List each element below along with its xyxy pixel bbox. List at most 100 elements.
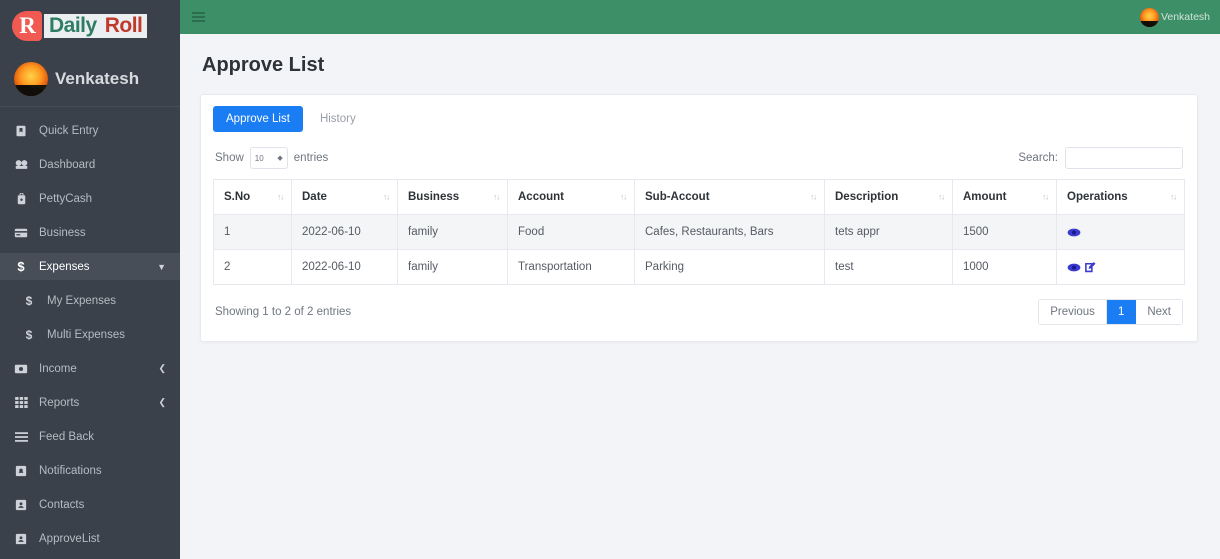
sidebar-item-business[interactable]: Business [0, 219, 180, 246]
sidebar-item-label: My Expenses [47, 294, 117, 307]
search-control: Search: [1018, 147, 1183, 169]
cell-amount: 1500 [952, 214, 1057, 250]
contact-box-icon [14, 498, 28, 511]
sort-icon: ↑↓ [938, 192, 945, 202]
search-label: Search: [1018, 152, 1058, 164]
sidebar-item-feed-back[interactable]: Feed Back [0, 423, 180, 450]
brand-text-roll: Roll [102, 13, 145, 38]
credit-card-icon [14, 226, 28, 239]
cell-description: tets appr [824, 214, 953, 250]
show-label: Show [215, 152, 244, 164]
column-label: Account [518, 191, 564, 203]
search-input[interactable] [1065, 147, 1183, 169]
view-icon[interactable] [1067, 262, 1081, 273]
bookmark-icon [14, 124, 28, 137]
page-title: Approve List [202, 54, 325, 76]
tab-bar: Approve List History [201, 95, 1197, 132]
tab-approve-list[interactable]: Approve List [213, 106, 303, 132]
brand-text-daily: Daily [47, 13, 99, 38]
page-length-control: Show 10 ◆ entries [215, 147, 328, 169]
column-header-account[interactable]: Account ↑↓ [507, 179, 635, 215]
sidebar-item-notifications[interactable]: Notifications [0, 457, 180, 484]
sort-icon: ↑↓ [383, 192, 390, 202]
sort-icon: ↑↓ [1170, 192, 1177, 202]
column-label: Business [408, 191, 460, 203]
sidebar-item-income[interactable]: Income ❮ [0, 355, 180, 382]
top-navbar: Venkatesh [180, 0, 1220, 34]
grid-icon [14, 396, 28, 409]
datatable-wrapper: Show 10 ◆ entries Search: S.No ↑↓ Date ↑… [201, 132, 1197, 341]
sidebar-item-label: Feed Back [39, 430, 94, 443]
cell-business: family [397, 249, 508, 285]
chevron-left-icon: ❮ [158, 397, 166, 407]
sidebar-nav: Quick Entry Dashboard PettyCash Business [0, 107, 180, 559]
bell-box-icon [14, 464, 28, 477]
sidebar-item-approvelist[interactable]: ApproveList [0, 525, 180, 552]
column-header-sno[interactable]: S.No ↑↓ [213, 179, 292, 215]
column-label: Date [302, 191, 327, 203]
column-label: Amount [963, 191, 1007, 203]
sidebar-item-label: Contacts [39, 498, 85, 511]
table-row: 1 2022-06-10 family Food Cafes, Restaura… [213, 214, 1185, 250]
table-body: 1 2022-06-10 family Food Cafes, Restaura… [213, 214, 1185, 285]
chevron-down-icon: ▼ [157, 261, 166, 272]
sidebar-item-dashboard[interactable]: Dashboard [0, 151, 180, 178]
app-root: R Daily Roll Venkatesh Quick Entry Dashb… [0, 0, 1220, 559]
table-head: S.No ↑↓ Date ↑↓ Business ↑↓ Account ↑↓ S… [213, 179, 1185, 215]
sidebar-item-multi-expenses[interactable]: $ Multi Expenses [0, 321, 180, 348]
brand-badge-icon: R [12, 10, 42, 41]
navbar-user-name: Venkatesh [1160, 11, 1210, 23]
sidebar-item-label: Business [39, 226, 86, 239]
sidebar-item-expenses[interactable]: $ Expenses ▼ [0, 253, 180, 280]
column-header-business[interactable]: Business ↑↓ [397, 179, 508, 215]
column-header-amount[interactable]: Amount ↑↓ [952, 179, 1057, 215]
sidebar-item-my-expenses[interactable]: $ My Expenses [0, 287, 180, 314]
sidebar-item-pettycash[interactable]: PettyCash [0, 185, 180, 212]
pagination-previous[interactable]: Previous [1039, 300, 1107, 324]
column-header-sub-account[interactable]: Sub-Accout ↑↓ [634, 179, 825, 215]
column-label: Operations [1067, 191, 1128, 203]
pagination-page-1[interactable]: 1 [1106, 300, 1137, 324]
dashboard-icon [14, 158, 28, 171]
sidebar-profile-name: Venkatesh [55, 68, 140, 88]
brand-logo[interactable]: R Daily Roll [0, 0, 180, 52]
column-header-operations[interactable]: Operations ↑↓ [1056, 179, 1185, 215]
sidebar-item-quick-entry[interactable]: Quick Entry [0, 117, 180, 144]
sidebar-item-reports[interactable]: Reports ❮ [0, 389, 180, 416]
sidebar-item-label: Multi Expenses [47, 328, 125, 341]
cell-account: Transportation [507, 249, 635, 285]
operations-group [1067, 261, 1174, 273]
column-header-description[interactable]: Description ↑↓ [824, 179, 953, 215]
sort-icon: ↑↓ [493, 192, 500, 202]
approve-list-table: S.No ↑↓ Date ↑↓ Business ↑↓ Account ↑↓ S… [213, 179, 1185, 285]
sidebar-item-label: Reports [39, 396, 80, 409]
page-length-select[interactable]: 10 ◆ [249, 147, 288, 169]
avatar [14, 61, 48, 96]
column-header-date[interactable]: Date ↑↓ [291, 179, 398, 215]
cell-sub-account: Cafes, Restaurants, Bars [634, 214, 825, 250]
navbar-user-menu[interactable]: Venkatesh [1139, 7, 1210, 27]
sidebar-item-label: ApproveList [39, 532, 100, 545]
column-label: S.No [224, 191, 251, 203]
entries-label: entries [293, 152, 329, 164]
column-label: Sub-Accout [645, 191, 710, 203]
cell-sno: 1 [213, 214, 292, 250]
tab-history[interactable]: History [307, 106, 369, 132]
page-length-value: 10 [254, 153, 264, 163]
view-icon[interactable] [1067, 227, 1081, 238]
avatar [1139, 7, 1159, 27]
sort-icon: ↑↓ [620, 192, 627, 202]
chevron-updown-icon: ◆ [277, 154, 283, 162]
chevron-left-icon: ❮ [158, 363, 166, 373]
sidebar-item-label: Income [39, 362, 77, 375]
cell-date: 2022-06-10 [291, 249, 398, 285]
cell-business: family [397, 214, 508, 250]
edit-icon[interactable] [1084, 261, 1097, 273]
content-card: Approve List History Show 10 ◆ entries S… [200, 94, 1198, 342]
sidebar-profile[interactable]: Venkatesh [0, 52, 180, 107]
table-info: Showing 1 to 2 of 2 entries [215, 306, 352, 318]
sort-icon: ↑↓ [810, 192, 817, 202]
pagination-next[interactable]: Next [1136, 300, 1182, 324]
hamburger-icon[interactable] [192, 12, 205, 22]
sidebar-item-contacts[interactable]: Contacts [0, 491, 180, 518]
